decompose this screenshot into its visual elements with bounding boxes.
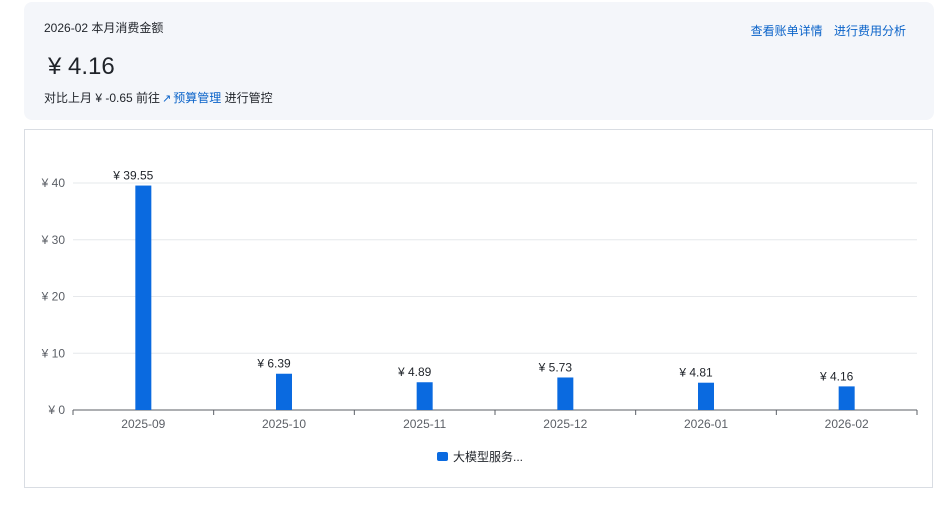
header-links: 查看账单详情 进行费用分析 (743, 22, 906, 39)
data-label: ¥ 4.16 (819, 369, 854, 383)
bar-2025-12[interactable] (557, 377, 574, 410)
legend-label: 大模型服务... (453, 450, 524, 464)
x-tick-label: 2025-12 (543, 417, 587, 431)
y-tick-label: ¥ 40 (41, 176, 66, 190)
y-tick-label: ¥ 20 (41, 290, 66, 304)
bar-2026-02[interactable] (838, 386, 855, 410)
comparison-suffix: 进行管控 (221, 91, 273, 105)
bar-chart: ¥ 0 ¥ 10 ¥ 20 ¥ 30 ¥ 40 ¥ 39.55 2025-09 ¥ 6.39 2… (41, 169, 918, 431)
x-tick-label: 2026-01 (684, 417, 728, 431)
y-tick-label: ¥ 30 (41, 233, 66, 247)
cost-analysis-link[interactable]: 进行费用分析 (834, 24, 906, 38)
y-tick-label: ¥ 10 (41, 346, 66, 360)
data-label: ¥ 4.89 (397, 365, 432, 379)
legend-swatch (437, 452, 448, 461)
external-arrow-icon: ↗ (162, 93, 172, 105)
data-label: ¥ 6.39 (256, 357, 291, 371)
period-label: 2026-02 本月消费金额 (44, 21, 164, 35)
bar-2026-01[interactable] (698, 382, 714, 410)
view-bill-details-link[interactable]: 查看账单详情 (751, 24, 823, 38)
month-comparison: 对比上月 ¥ -0.65 前往 ↗ 预算管理 进行管控 (44, 89, 273, 106)
chart-legend[interactable]: 大模型服务... (437, 448, 523, 465)
data-label: ¥ 5.73 (538, 360, 573, 374)
monthly-spend-summary: 2026-02 本月消费金额 ¥ 4.16 对比上月 ¥ -0.65 前往 ↗ 预算… (24, 2, 934, 120)
x-tick-label: 2025-10 (262, 417, 306, 431)
bar-2025-11[interactable] (416, 382, 433, 410)
x-tick-label: 2026-02 (825, 417, 869, 431)
bar-2025-09[interactable] (135, 185, 152, 410)
y-tick-label: ¥ 0 (47, 403, 65, 417)
data-label: ¥ 4.81 (678, 366, 713, 380)
x-tick-label: 2025-11 (403, 417, 446, 431)
current-amount: ¥ 4.16 (48, 53, 115, 80)
budget-management-link[interactable]: 预算管理 (173, 91, 221, 105)
monthly-cost-chart: ¥ 0 ¥ 10 ¥ 20 ¥ 30 ¥ 40 ¥ 39.55 2025-09 ¥ 6.39 2… (24, 129, 933, 488)
comparison-text: 对比上月 ¥ -0.65 前往 (44, 91, 161, 105)
x-tick-label: 2025-09 (121, 417, 165, 431)
data-label: ¥ 39.55 (112, 169, 153, 183)
bar-2025-10[interactable] (276, 373, 292, 410)
